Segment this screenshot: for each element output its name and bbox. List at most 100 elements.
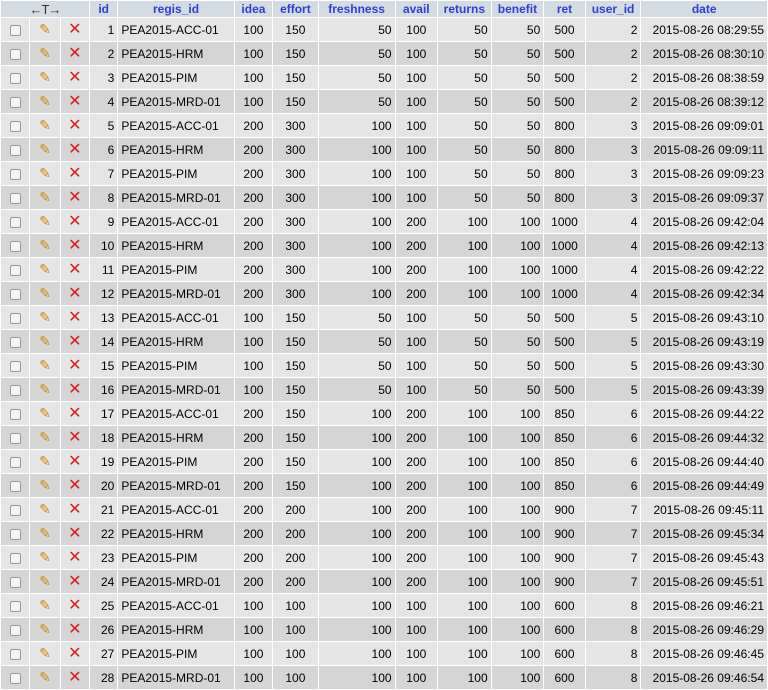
- row-checkbox[interactable]: [9, 24, 21, 36]
- table-row[interactable]: ✎ ✕ 11 PEA2015-PIM 200 300 100 200 100 100 1000 4 20…: [1, 258, 767, 281]
- delete-button[interactable]: ✕: [60, 594, 90, 617]
- row-checkbox[interactable]: [9, 288, 21, 300]
- column-header-user-id[interactable]: user_id: [585, 1, 641, 17]
- edit-button[interactable]: ✎: [30, 66, 60, 89]
- delete-button[interactable]: ✕: [60, 162, 90, 185]
- table-row[interactable]: ✎ ✕ 12 PEA2015-MRD-01 200 300 100 200 100 100 1000…: [1, 282, 767, 305]
- delete-button[interactable]: ✕: [60, 306, 90, 329]
- edit-button[interactable]: ✎: [30, 450, 60, 473]
- table-row[interactable]: ✎ ✕ 26 PEA2015-HRM 100 100 100 100 100 100 600 8 201…: [1, 618, 767, 641]
- row-checkbox[interactable]: [9, 240, 21, 252]
- delete-button[interactable]: ✕: [60, 474, 90, 497]
- row-checkbox[interactable]: [9, 552, 21, 564]
- delete-button[interactable]: ✕: [60, 546, 90, 569]
- edit-button[interactable]: ✎: [30, 90, 60, 113]
- row-checkbox[interactable]: [9, 48, 21, 60]
- table-row[interactable]: ✎ ✕ 5 PEA2015-ACC-01 200 300 100 100 50 50 800 3 201…: [1, 114, 767, 137]
- table-row[interactable]: ✎ ✕ 15 PEA2015-PIM 100 150 50 100 50 50 500 5 2015-0…: [1, 354, 767, 377]
- delete-button[interactable]: ✕: [60, 426, 90, 449]
- column-header-freshness[interactable]: freshness: [318, 1, 395, 17]
- table-row[interactable]: ✎ ✕ 23 PEA2015-PIM 200 200 100 200 100 100 900 7 201…: [1, 546, 767, 569]
- column-header-returns[interactable]: returns: [438, 1, 491, 17]
- delete-button[interactable]: ✕: [60, 90, 90, 113]
- edit-button[interactable]: ✎: [30, 426, 60, 449]
- column-arrows-toggle[interactable]: ←T→: [1, 1, 90, 17]
- edit-button[interactable]: ✎: [30, 546, 60, 569]
- row-checkbox[interactable]: [9, 264, 21, 276]
- edit-button[interactable]: ✎: [30, 522, 60, 545]
- delete-button[interactable]: ✕: [60, 498, 90, 521]
- edit-button[interactable]: ✎: [30, 594, 60, 617]
- table-row[interactable]: ✎ ✕ 28 PEA2015-MRD-01 100 100 100 100 100 100 600 8…: [1, 666, 767, 689]
- edit-button[interactable]: ✎: [30, 666, 60, 689]
- column-header-ret[interactable]: ret: [544, 1, 585, 17]
- table-row[interactable]: ✎ ✕ 9 PEA2015-ACC-01 200 300 100 200 100 100 1000 4…: [1, 210, 767, 233]
- delete-button[interactable]: ✕: [60, 330, 90, 353]
- row-checkbox[interactable]: [9, 624, 21, 636]
- delete-button[interactable]: ✕: [60, 618, 90, 641]
- row-checkbox[interactable]: [9, 168, 21, 180]
- column-header-effort[interactable]: effort: [273, 1, 318, 17]
- delete-button[interactable]: ✕: [60, 42, 90, 65]
- edit-button[interactable]: ✎: [30, 186, 60, 209]
- edit-button[interactable]: ✎: [30, 234, 60, 257]
- table-row[interactable]: ✎ ✕ 6 PEA2015-HRM 200 300 100 100 50 50 800 3 2015-0…: [1, 138, 767, 161]
- delete-button[interactable]: ✕: [60, 354, 90, 377]
- delete-button[interactable]: ✕: [60, 642, 90, 665]
- table-row[interactable]: ✎ ✕ 10 PEA2015-HRM 200 300 100 200 100 100 1000 4 20…: [1, 234, 767, 257]
- edit-button[interactable]: ✎: [30, 114, 60, 137]
- delete-button[interactable]: ✕: [60, 258, 90, 281]
- table-row[interactable]: ✎ ✕ 16 PEA2015-MRD-01 100 150 50 100 50 50 500 5 201…: [1, 378, 767, 401]
- table-row[interactable]: ✎ ✕ 25 PEA2015-ACC-01 100 100 100 100 100 100 600 8…: [1, 594, 767, 617]
- column-header-avail[interactable]: avail: [395, 1, 438, 17]
- edit-button[interactable]: ✎: [30, 330, 60, 353]
- table-row[interactable]: ✎ ✕ 20 PEA2015-MRD-01 200 150 100 200 100 100 850 6…: [1, 474, 767, 497]
- delete-button[interactable]: ✕: [60, 18, 90, 41]
- edit-button[interactable]: ✎: [30, 642, 60, 665]
- delete-button[interactable]: ✕: [60, 210, 90, 233]
- delete-button[interactable]: ✕: [60, 570, 90, 593]
- row-checkbox[interactable]: [9, 648, 21, 660]
- edit-button[interactable]: ✎: [30, 402, 60, 425]
- delete-button[interactable]: ✕: [60, 114, 90, 137]
- row-checkbox[interactable]: [9, 120, 21, 132]
- row-checkbox[interactable]: [9, 408, 21, 420]
- table-row[interactable]: ✎ ✕ 14 PEA2015-HRM 100 150 50 100 50 50 500 5 2015-0…: [1, 330, 767, 353]
- table-row[interactable]: ✎ ✕ 19 PEA2015-PIM 200 150 100 200 100 100 850 6 201…: [1, 450, 767, 473]
- edit-button[interactable]: ✎: [30, 258, 60, 281]
- delete-button[interactable]: ✕: [60, 450, 90, 473]
- delete-button[interactable]: ✕: [60, 666, 90, 689]
- edit-button[interactable]: ✎: [30, 618, 60, 641]
- table-row[interactable]: ✎ ✕ 4 PEA2015-MRD-01 100 150 50 100 50 50 500 2 2015…: [1, 90, 767, 113]
- table-row[interactable]: ✎ ✕ 18 PEA2015-HRM 200 150 100 200 100 100 850 6 201…: [1, 426, 767, 449]
- row-checkbox[interactable]: [9, 672, 21, 684]
- table-row[interactable]: ✎ ✕ 8 PEA2015-MRD-01 200 300 100 100 50 50 800 3 201…: [1, 186, 767, 209]
- row-checkbox[interactable]: [9, 384, 21, 396]
- edit-button[interactable]: ✎: [30, 498, 60, 521]
- edit-button[interactable]: ✎: [30, 378, 60, 401]
- column-header-idea[interactable]: idea: [234, 1, 273, 17]
- column-header-id[interactable]: id: [90, 1, 118, 17]
- column-header-benefit[interactable]: benefit: [491, 1, 544, 17]
- row-checkbox[interactable]: [9, 504, 21, 516]
- column-header-regis-id[interactable]: regis_id: [118, 1, 234, 17]
- edit-button[interactable]: ✎: [30, 138, 60, 161]
- row-checkbox[interactable]: [9, 336, 21, 348]
- delete-button[interactable]: ✕: [60, 378, 90, 401]
- delete-button[interactable]: ✕: [60, 138, 90, 161]
- edit-button[interactable]: ✎: [30, 162, 60, 185]
- row-checkbox[interactable]: [9, 600, 21, 612]
- edit-button[interactable]: ✎: [30, 42, 60, 65]
- row-checkbox[interactable]: [9, 528, 21, 540]
- row-checkbox[interactable]: [9, 312, 21, 324]
- delete-button[interactable]: ✕: [60, 522, 90, 545]
- row-checkbox[interactable]: [9, 576, 21, 588]
- edit-button[interactable]: ✎: [30, 474, 60, 497]
- row-checkbox[interactable]: [9, 96, 21, 108]
- delete-button[interactable]: ✕: [60, 402, 90, 425]
- row-checkbox[interactable]: [9, 192, 21, 204]
- table-row[interactable]: ✎ ✕ 17 PEA2015-ACC-01 200 150 100 200 100 100 850 6…: [1, 402, 767, 425]
- table-row[interactable]: ✎ ✕ 3 PEA2015-PIM 100 150 50 100 50 50 500 2 2015-08…: [1, 66, 767, 89]
- edit-button[interactable]: ✎: [30, 210, 60, 233]
- edit-button[interactable]: ✎: [30, 570, 60, 593]
